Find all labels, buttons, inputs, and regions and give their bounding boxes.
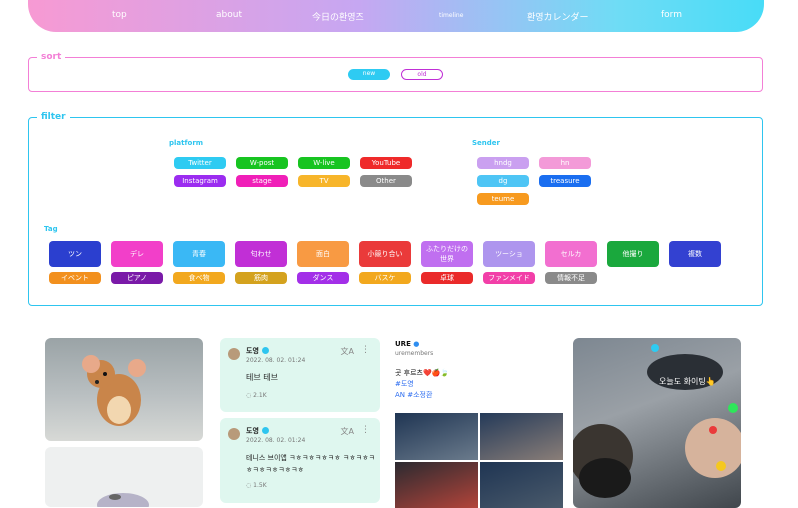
insta-caption-3: AN #소정환	[395, 390, 432, 400]
insta-members: uremembers	[395, 350, 433, 357]
photo	[395, 462, 478, 508]
nav-form[interactable]: form	[661, 10, 682, 20]
tag-button[interactable]: デレ	[111, 241, 163, 267]
tag-button[interactable]: 小競り合い	[359, 241, 411, 267]
photo	[480, 413, 563, 460]
tag-button[interactable]: ツン	[49, 241, 101, 267]
tag-button[interactable]: 匂わせ	[235, 241, 287, 267]
nav-calendar[interactable]: 환영カレンダー	[527, 10, 589, 23]
more-icon[interactable]: ⋮	[361, 345, 370, 355]
translate-icon[interactable]: 文A	[341, 346, 354, 357]
tweet-author: 도영	[246, 346, 259, 356]
sort-legend: sort	[37, 52, 65, 62]
like-count: ◌ 1.5K	[246, 482, 267, 489]
instagram-post[interactable]: URE ● uremembers 곳 후르츠❤️🍎🍃 #도영 AN #소정환	[395, 338, 563, 508]
platform-twitter-button[interactable]: Twitter	[174, 157, 226, 169]
sender-treasure-button[interactable]: treasure	[539, 175, 591, 187]
tag-button[interactable]: ダンス	[297, 272, 349, 284]
tweet-date: 2022. 08. 02. 01:24	[246, 357, 305, 364]
tag-button[interactable]: ピアノ	[111, 272, 163, 284]
sender-hndg-button[interactable]: hndg	[477, 157, 529, 169]
platform-youtube-button[interactable]: YouTube	[360, 157, 412, 169]
tag-button[interactable]: 青春	[173, 241, 225, 267]
avatar	[228, 428, 240, 440]
nav-about[interactable]: about	[216, 10, 242, 20]
tag-button[interactable]: イベント	[49, 272, 101, 284]
sender-hn-button[interactable]: hn	[539, 157, 591, 169]
tag-button[interactable]: 情報不足	[545, 272, 597, 284]
tag-button[interactable]: 他撮り	[607, 241, 659, 267]
tag-button[interactable]: 面白	[297, 241, 349, 267]
tweet-author: 도영	[246, 426, 259, 436]
platform-label: platform	[169, 139, 203, 147]
tag-button[interactable]: 筋肉	[235, 272, 287, 284]
tag-button[interactable]: 複数	[669, 241, 721, 267]
tag-button[interactable]: ふたりだけの世界	[421, 241, 473, 267]
filter-legend: filter	[37, 112, 70, 122]
platform-w-live-button[interactable]: W-live	[298, 157, 350, 169]
nav-today[interactable]: 今日の환영즈	[312, 10, 364, 23]
insta-account: URE ●	[395, 340, 419, 348]
platform-other-button[interactable]: Other	[360, 175, 412, 187]
photo	[395, 413, 478, 460]
tag-button[interactable]: 卓球	[421, 272, 473, 284]
sort-panel: sort	[28, 52, 763, 92]
tag-button[interactable]: セルカ	[545, 241, 597, 267]
tweet-text: 테브 테브	[246, 372, 376, 384]
sort-old-button[interactable]: old	[401, 69, 443, 80]
insta-caption-1: 곳 후르츠❤️🍎🍃	[395, 368, 449, 378]
photo	[480, 462, 563, 508]
nav-top[interactable]: top	[112, 10, 127, 20]
verified-icon: ●	[413, 340, 419, 348]
photo-grid	[395, 413, 563, 508]
platform-stage-button[interactable]: stage	[236, 175, 288, 187]
tom-image[interactable]	[45, 447, 203, 507]
selfie-caption: 오늘도 화이팅👆	[659, 376, 716, 387]
sort-new-button[interactable]: new	[348, 69, 390, 80]
tag-label: Tag	[44, 225, 58, 233]
tweet-text: 테니스 브이앱 ㅋㅎㅋㅎㅋㅎㅋㅎ ㅋㅎㅋㅎㅋㅎㅋㅎㅋㅎㅋㅎㅋㅎ	[246, 452, 376, 476]
platform-tv-button[interactable]: TV	[298, 175, 350, 187]
tweet-card-1[interactable]: 도영 2022. 08. 02. 01:24 文A ⋮ 테브 테브 ◌ 2.1K	[220, 338, 380, 412]
tag-button[interactable]: ファンメイド	[483, 272, 535, 284]
like-count: ◌ 2.1K	[246, 392, 267, 399]
sender-label: Sender	[472, 139, 500, 147]
top-nav: top about 今日の환영즈 timeline 환영カレンダー form	[28, 0, 764, 32]
selfie-image[interactable]: 오늘도 화이팅👆	[573, 338, 741, 508]
translate-icon[interactable]: 文A	[341, 426, 354, 437]
tweet-date: 2022. 08. 02. 01:24	[246, 437, 305, 444]
platform-instagram-button[interactable]: Instagram	[174, 175, 226, 187]
jerry-image[interactable]	[45, 338, 203, 441]
tag-button[interactable]: バスケ	[359, 272, 411, 284]
verified-icon	[262, 347, 269, 354]
insta-caption-2: #도영	[395, 379, 414, 389]
more-icon[interactable]: ⋮	[361, 425, 370, 435]
platform-w-post-button[interactable]: W-post	[236, 157, 288, 169]
avatar	[228, 348, 240, 360]
tag-button[interactable]: 食べ物	[173, 272, 225, 284]
tag-button[interactable]: ツーショ	[483, 241, 535, 267]
verified-icon	[262, 427, 269, 434]
sender-dg-button[interactable]: dg	[477, 175, 529, 187]
tweet-card-2[interactable]: 도영 2022. 08. 02. 01:24 文A ⋮ 테니스 브이앱 ㅋㅎㅋㅎ…	[220, 418, 380, 503]
sender-teume-button[interactable]: teume	[477, 193, 529, 205]
nav-timeline[interactable]: timeline	[439, 12, 463, 19]
